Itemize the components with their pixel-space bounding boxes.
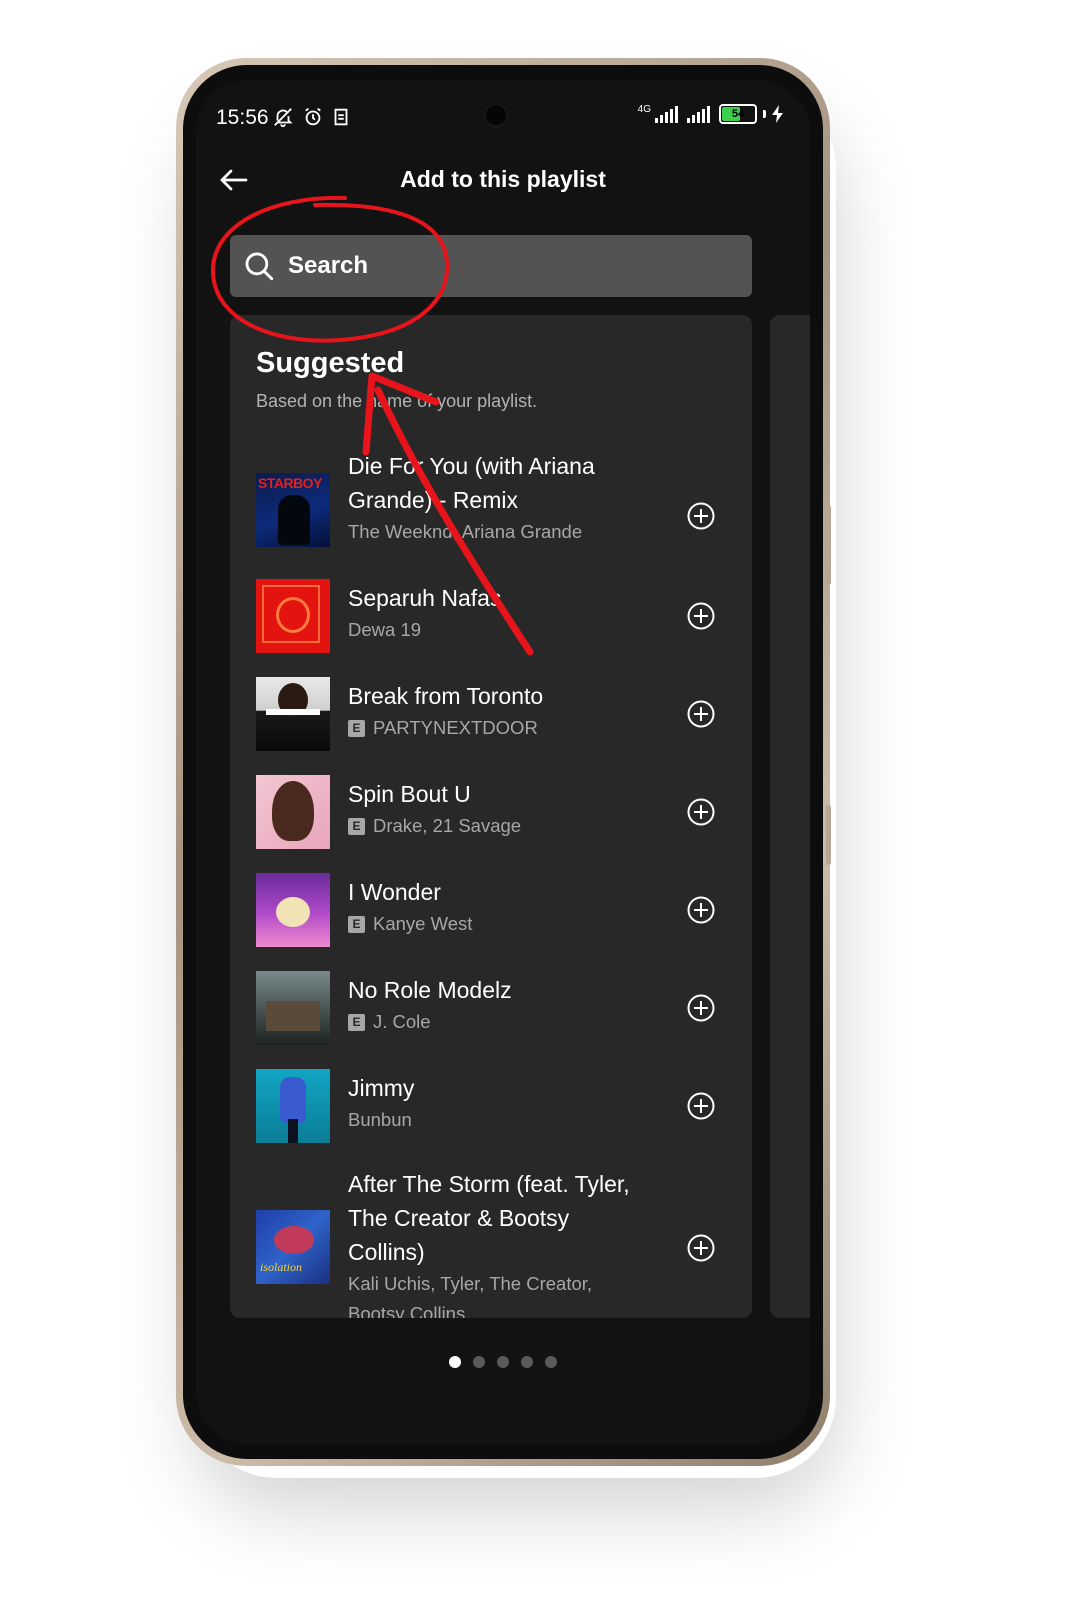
cover-emblem-circle [276, 597, 310, 633]
sim-icon [334, 108, 348, 126]
cover-face [272, 781, 314, 841]
signal-icon-2 [687, 106, 710, 123]
battery-icon: 54 [719, 104, 757, 124]
plus-circle-icon [687, 896, 715, 924]
track-artist: E Kanye West [348, 909, 648, 939]
track-title: Break from Toronto [348, 683, 544, 709]
cover-hand [280, 1077, 306, 1123]
cover-band [266, 709, 320, 715]
bell-off-icon [274, 108, 293, 128]
network-label: 4G [637, 103, 651, 115]
add-track-button[interactable] [686, 895, 716, 925]
add-track-button[interactable] [686, 1233, 716, 1263]
track-title: No Role Modelz [348, 977, 512, 1003]
artist-name: PARTYNEXTDOOR [373, 717, 538, 738]
pager-dot[interactable] [473, 1356, 485, 1368]
explicit-badge: E [348, 817, 365, 835]
album-cover [256, 873, 330, 947]
track-title: Spin Bout U [348, 781, 471, 807]
add-track-button[interactable] [686, 699, 716, 729]
volume-button [826, 505, 831, 585]
track-title: Jimmy [348, 1075, 415, 1101]
pager-dot-active[interactable] [449, 1356, 461, 1368]
explicit-badge: E [348, 915, 365, 933]
album-cover [256, 1069, 330, 1143]
suggested-subtitle: Based on the name of your playlist. [256, 391, 538, 411]
phone-screen: 15:56 4G 54 Add to this playlist Search … [196, 80, 810, 1444]
album-cover [256, 775, 330, 849]
suggested-title: Suggested [256, 347, 405, 379]
explicit-badge: E [348, 1013, 365, 1031]
charging-icon [772, 105, 783, 123]
page-title: Add to this playlist [400, 166, 606, 192]
album-cover [256, 971, 330, 1045]
suggested-card: Suggested Based on the name of your play… [230, 315, 752, 1318]
album-cover-text: STARBOY [258, 475, 322, 491]
artist-name: The Weeknd, Ariana Grande [348, 521, 583, 542]
cover-house [266, 1001, 320, 1031]
track-artist: E J. Cole [348, 1007, 648, 1037]
plus-circle-icon [687, 1234, 715, 1262]
status-icons-left [272, 106, 350, 128]
track-title: After The Storm (feat. Tyler, The Creato… [348, 1171, 630, 1265]
artist-name: Bunbun [348, 1109, 412, 1130]
signal-icon [655, 106, 678, 123]
explicit-badge: E [348, 719, 365, 737]
add-track-button[interactable] [686, 601, 716, 631]
pager-dot[interactable] [521, 1356, 533, 1368]
album-cover [256, 579, 330, 653]
artist-name: Drake, 21 Savage [373, 815, 522, 836]
track-title: I Wonder [348, 879, 441, 905]
plus-circle-icon [687, 994, 715, 1022]
battery-level: 54 [731, 108, 745, 120]
artist-name: Kali Uchis, Tyler, The Creator, Bootsy C… [348, 1273, 593, 1318]
pager-dot[interactable] [545, 1356, 557, 1368]
pager-dots [196, 1356, 810, 1368]
next-card-peek[interactable] [770, 315, 810, 1318]
album-cover-text: isolation [260, 1260, 303, 1274]
cover-bear [276, 897, 310, 927]
cover-figure [274, 1226, 314, 1254]
album-cover: STARBOY [256, 473, 330, 547]
track-artist: Kali Uchis, Tyler, The Creator, Bootsy C… [348, 1269, 648, 1318]
add-track-button[interactable] [686, 501, 716, 531]
status-time: 15:56 [216, 106, 269, 129]
plus-circle-icon [687, 798, 715, 826]
plus-circle-icon [687, 700, 715, 728]
cover-figure [278, 495, 310, 545]
cover-arm [288, 1119, 298, 1143]
artist-name: Dewa 19 [348, 619, 422, 640]
status-icons-right: 4G 54 [638, 104, 784, 124]
track-title: Separuh Nafas [348, 585, 502, 611]
pager-dot[interactable] [497, 1356, 509, 1368]
track-title: Die For You (with Ariana Grande) - Remix [348, 453, 595, 513]
plus-circle-icon [687, 1092, 715, 1120]
track-artist: Bunbun [348, 1105, 648, 1135]
battery-tip [763, 110, 766, 118]
artist-name: J. Cole [373, 1011, 431, 1032]
search-icon [245, 252, 274, 281]
plus-circle-icon [687, 602, 715, 630]
add-track-button[interactable] [686, 797, 716, 827]
track-artist: E Drake, 21 Savage [348, 811, 648, 841]
plus-circle-icon [687, 502, 715, 530]
search-placeholder: Search [288, 252, 369, 279]
add-track-button[interactable] [686, 993, 716, 1023]
album-cover [256, 677, 330, 751]
track-artist: E PARTYNEXTDOOR [348, 713, 648, 743]
alarm-icon [305, 107, 321, 126]
front-camera [483, 102, 509, 128]
artist-name: Kanye West [373, 913, 473, 934]
search-input[interactable]: Search [230, 235, 752, 297]
track-artist: The Weeknd, Ariana Grande [348, 517, 648, 547]
power-button [826, 805, 831, 865]
album-cover: isolation [256, 1210, 330, 1284]
track-artist: Dewa 19 [348, 615, 648, 645]
add-track-button[interactable] [686, 1091, 716, 1121]
